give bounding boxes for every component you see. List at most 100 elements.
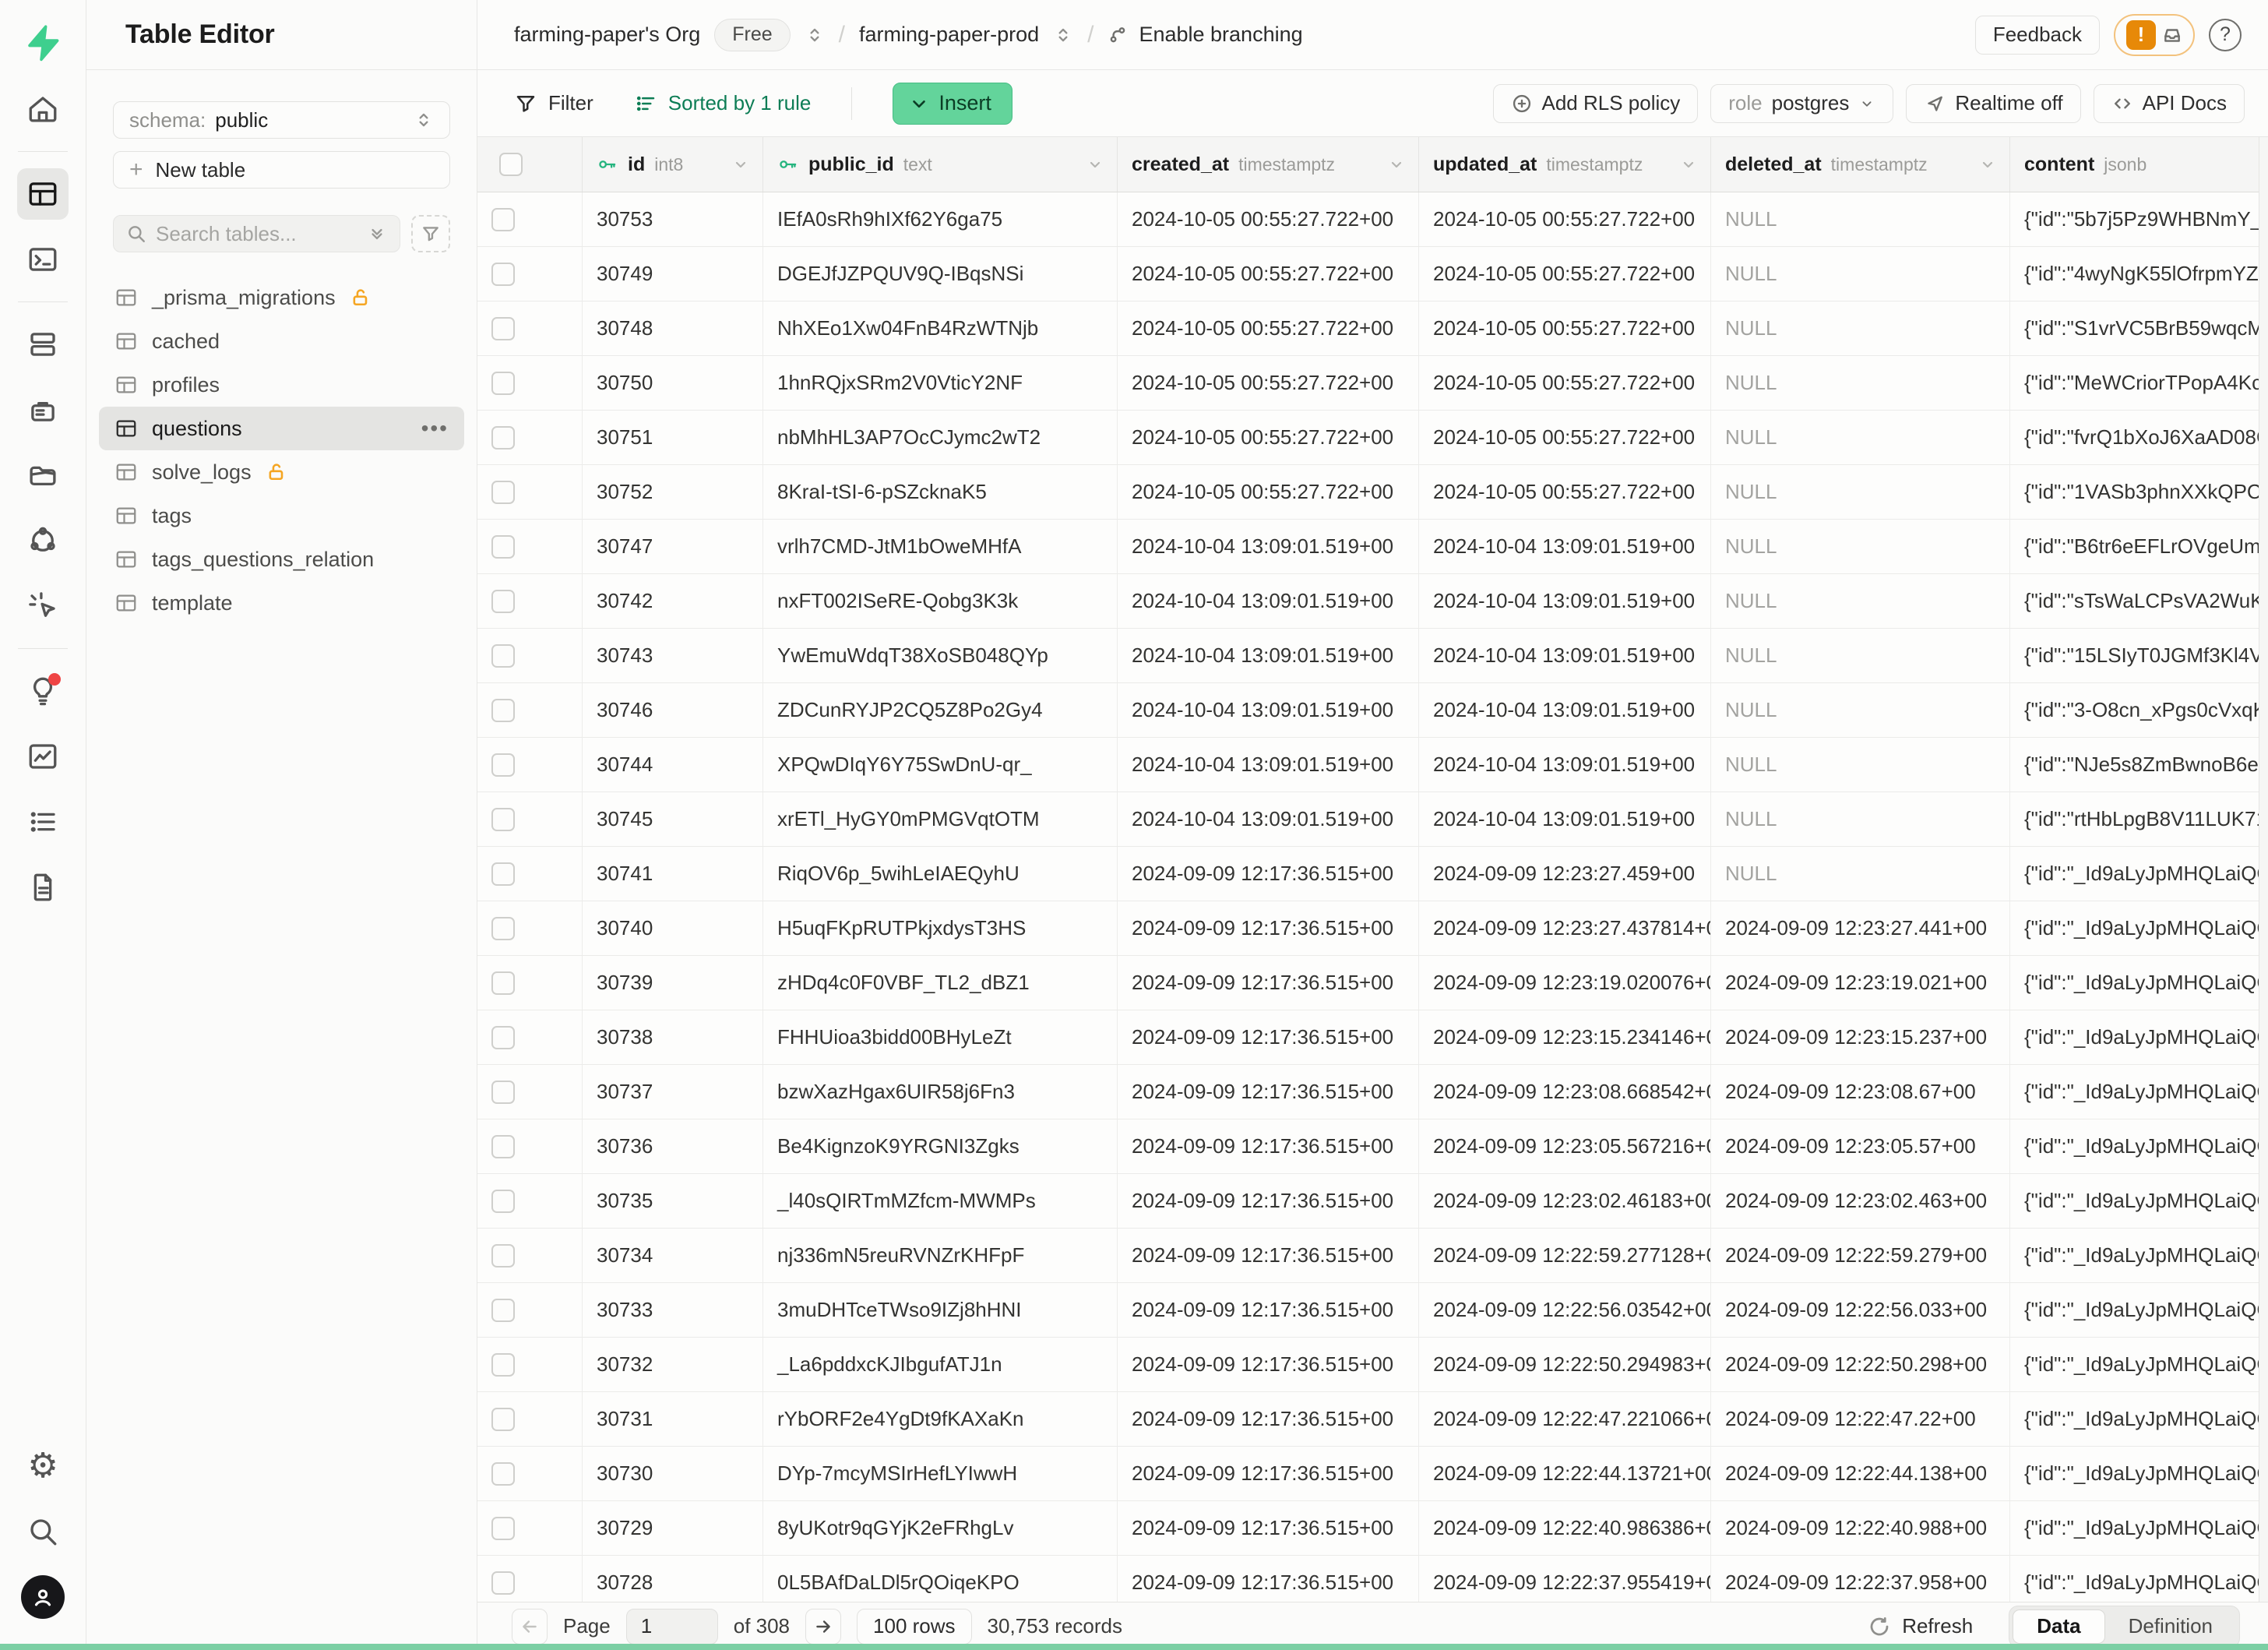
row-checkbox[interactable] <box>477 1283 583 1337</box>
cell-updated-at[interactable]: 2024-10-05 00:55:27.722+00 <box>1419 411 1711 464</box>
nav-table-editor[interactable] <box>17 168 69 220</box>
cell-deleted-at[interactable]: 2024-09-09 12:22:50.298+00 <box>1711 1338 2010 1391</box>
cell-created-at[interactable]: 2024-09-09 12:17:36.515+00 <box>1118 847 1419 901</box>
cell-created-at[interactable]: 2024-09-09 12:17:36.515+00 <box>1118 1447 1419 1500</box>
cell-id[interactable]: 30729 <box>583 1501 763 1555</box>
cell-id[interactable]: 30745 <box>583 792 763 846</box>
nav-logs[interactable] <box>17 796 69 848</box>
table-item-profiles[interactable]: profiles <box>99 363 464 407</box>
cell-public-id[interactable]: 8yUKotr9qGYjK2eFRhgLv <box>763 1501 1118 1555</box>
table-options-menu[interactable]: ••• <box>421 416 449 441</box>
notifications-button[interactable]: ! <box>2114 14 2195 56</box>
tab-definition[interactable]: Definition <box>2105 1609 2236 1644</box>
table-row[interactable]: 30751 nbMhHL3AP7OcCJymc2wT2 2024-10-05 0… <box>477 411 2268 465</box>
table-row[interactable]: 30744 XPQwDIqY6Y75SwDnU-qr_ 2024-10-04 1… <box>477 738 2268 792</box>
cell-content[interactable]: {"id":"_Id9aLyJpMHQLaiQC <box>2010 1392 2268 1446</box>
cell-deleted-at[interactable]: NULL <box>1711 247 2010 301</box>
cell-id[interactable]: 30733 <box>583 1283 763 1337</box>
cell-updated-at[interactable]: 2024-09-09 12:22:47.221066+00 <box>1419 1392 1711 1446</box>
cell-created-at[interactable]: 2024-10-04 13:09:01.519+00 <box>1118 520 1419 573</box>
cell-id[interactable]: 30738 <box>583 1010 763 1064</box>
row-checkbox[interactable] <box>477 301 583 355</box>
cell-created-at[interactable]: 2024-10-05 00:55:27.722+00 <box>1118 411 1419 464</box>
chevrons-up-down-icon[interactable] <box>1053 25 1073 45</box>
cell-created-at[interactable]: 2024-10-05 00:55:27.722+00 <box>1118 247 1419 301</box>
nav-realtime[interactable] <box>17 580 69 632</box>
table-item-template[interactable]: template <box>99 581 464 625</box>
insert-button[interactable]: Insert <box>893 83 1012 125</box>
table-row[interactable]: 30735 _l40sQIRTmMZfcm-MWMPs 2024-09-09 1… <box>477 1174 2268 1229</box>
row-checkbox[interactable] <box>477 1065 583 1119</box>
cell-updated-at[interactable]: 2024-09-09 12:22:50.294983+00 <box>1419 1338 1711 1391</box>
table-item-solve-logs[interactable]: solve_logs <box>99 450 464 494</box>
cell-updated-at[interactable]: 2024-09-09 12:22:59.277128+00 <box>1419 1229 1711 1282</box>
tab-data[interactable]: Data <box>2013 1609 2104 1644</box>
cell-deleted-at[interactable]: 2024-09-09 12:23:08.67+00 <box>1711 1065 2010 1119</box>
cell-deleted-at[interactable]: 2024-09-09 12:23:27.441+00 <box>1711 901 2010 955</box>
cell-content[interactable]: {"id":"_Id9aLyJpMHQLaiQC <box>2010 1229 2268 1282</box>
column-header-updated-at[interactable]: updated_at timestamptz <box>1419 137 1711 192</box>
column-header-id[interactable]: id int8 <box>583 137 763 192</box>
table-row[interactable]: 30739 zHDq4c0F0VBF_TL2_dBZ1 2024-09-09 1… <box>477 956 2268 1010</box>
cell-content[interactable]: {"id":"B6tr6eEFLrOVgeUmH <box>2010 520 2268 573</box>
row-checkbox[interactable] <box>477 1010 583 1064</box>
cell-public-id[interactable]: YwEmuWdqT38XoSB048QYp <box>763 629 1118 682</box>
cell-public-id[interactable]: NhXEo1Xw04FnB4RzWTNjb <box>763 301 1118 355</box>
nav-settings[interactable]: ⚙ <box>17 1440 69 1492</box>
cell-public-id[interactable]: 8KraI-tSI-6-pSZcknaK5 <box>763 465 1118 519</box>
cell-id[interactable]: 30742 <box>583 574 763 628</box>
cell-updated-at[interactable]: 2024-10-05 00:55:27.722+00 <box>1419 356 1711 410</box>
cell-updated-at[interactable]: 2024-10-04 13:09:01.519+00 <box>1419 629 1711 682</box>
cell-created-at[interactable]: 2024-10-04 13:09:01.519+00 <box>1118 574 1419 628</box>
project-breadcrumb[interactable]: farming-paper-prod <box>859 23 1039 47</box>
cell-id[interactable]: 30740 <box>583 901 763 955</box>
cell-public-id[interactable]: ZDCunRYJP2CQ5Z8Po2Gy4 <box>763 683 1118 737</box>
cell-updated-at[interactable]: 2024-10-05 00:55:27.722+00 <box>1419 465 1711 519</box>
cell-public-id[interactable]: 1hnRQjxSRm2V0VticY2NF <box>763 356 1118 410</box>
cell-content[interactable]: {"id":"_Id9aLyJpMHQLaiQC <box>2010 847 2268 901</box>
cell-id[interactable]: 30747 <box>583 520 763 573</box>
cell-updated-at[interactable]: 2024-09-09 12:22:37.955419+00 <box>1419 1556 1711 1602</box>
cell-created-at[interactable]: 2024-09-09 12:17:36.515+00 <box>1118 1501 1419 1555</box>
cell-updated-at[interactable]: 2024-10-04 13:09:01.519+00 <box>1419 520 1711 573</box>
cell-content[interactable]: {"id":"fvrQ1bXoJ6XaAD08G <box>2010 411 2268 464</box>
cell-public-id[interactable]: bzwXazHgax6UIR58j6Fn3 <box>763 1065 1118 1119</box>
cell-updated-at[interactable]: 2024-09-09 12:22:40.986386+00 <box>1419 1501 1711 1555</box>
column-header-created-at[interactable]: created_at timestamptz <box>1118 137 1419 192</box>
cell-content[interactable]: {"id":"_Id9aLyJpMHQLaiQC <box>2010 956 2268 1010</box>
row-checkbox[interactable] <box>477 1229 583 1282</box>
cell-content[interactable]: {"id":"_Id9aLyJpMHQLaiQC <box>2010 1174 2268 1228</box>
cell-public-id[interactable]: nj336mN5reuRVNZrKHFpF <box>763 1229 1118 1282</box>
cell-updated-at[interactable]: 2024-10-05 00:55:27.722+00 <box>1419 247 1711 301</box>
row-checkbox[interactable] <box>477 192 583 246</box>
row-checkbox[interactable] <box>477 1338 583 1391</box>
cell-created-at[interactable]: 2024-10-05 00:55:27.722+00 <box>1118 465 1419 519</box>
cell-content[interactable]: {"id":"_Id9aLyJpMHQLaiQC <box>2010 1119 2268 1173</box>
refresh-button[interactable]: Refresh <box>1868 1614 1973 1638</box>
cell-created-at[interactable]: 2024-09-09 12:17:36.515+00 <box>1118 956 1419 1010</box>
cell-public-id[interactable]: zHDq4c0F0VBF_TL2_dBZ1 <box>763 956 1118 1010</box>
cell-updated-at[interactable]: 2024-10-04 13:09:01.519+00 <box>1419 792 1711 846</box>
cell-content[interactable]: {"id":"_Id9aLyJpMHQLaiQC <box>2010 1010 2268 1064</box>
cell-updated-at[interactable]: 2024-10-04 13:09:01.519+00 <box>1419 738 1711 792</box>
cell-content[interactable]: {"id":"_Id9aLyJpMHQLaiQC <box>2010 1065 2268 1119</box>
cell-public-id[interactable]: 0L5BAfDaLDl5rQOiqeKPO <box>763 1556 1118 1602</box>
cell-public-id[interactable]: vrlh7CMD-JtM1bOweMHfA <box>763 520 1118 573</box>
org-breadcrumb[interactable]: farming-paper's Org <box>514 23 700 47</box>
row-checkbox[interactable] <box>477 520 583 573</box>
cell-id[interactable]: 30734 <box>583 1229 763 1282</box>
feedback-button[interactable]: Feedback <box>1975 16 2100 55</box>
cell-deleted-at[interactable]: NULL <box>1711 192 2010 246</box>
cell-updated-at[interactable]: 2024-10-05 00:55:27.722+00 <box>1419 301 1711 355</box>
cell-content[interactable]: {"id":"15LSIyT0JGMf3Kl4Vn <box>2010 629 2268 682</box>
nav-api-docs[interactable] <box>17 862 69 913</box>
cell-deleted-at[interactable]: 2024-09-09 12:22:59.279+00 <box>1711 1229 2010 1282</box>
realtime-toggle-button[interactable]: Realtime off <box>1906 84 2080 123</box>
cell-created-at[interactable]: 2024-09-09 12:17:36.515+00 <box>1118 1229 1419 1282</box>
filter-tables-button[interactable] <box>411 215 450 252</box>
cell-created-at[interactable]: 2024-09-09 12:17:36.515+00 <box>1118 1065 1419 1119</box>
cell-id[interactable]: 30741 <box>583 847 763 901</box>
cell-deleted-at[interactable]: 2024-09-09 12:23:15.237+00 <box>1711 1010 2010 1064</box>
cell-created-at[interactable]: 2024-10-05 00:55:27.722+00 <box>1118 356 1419 410</box>
new-table-button[interactable]: + New table <box>113 151 450 189</box>
